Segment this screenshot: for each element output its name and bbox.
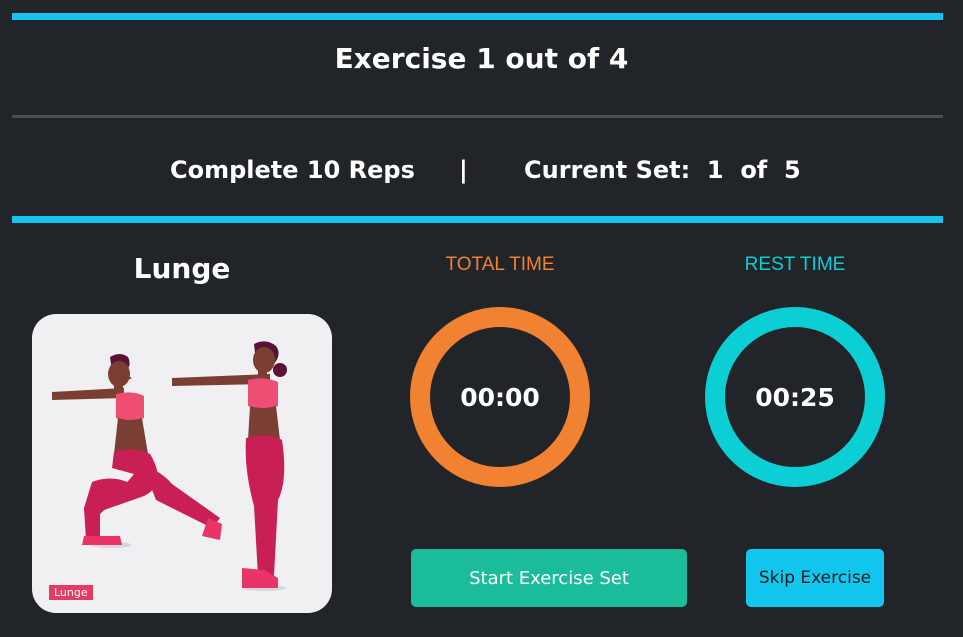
total-time-label: TOTAL TIME (445, 254, 555, 275)
header-divider (12, 115, 943, 118)
skip-exercise-button[interactable]: Skip Exercise (746, 549, 884, 607)
section-accent-bar (12, 216, 943, 223)
rest-time-label: REST TIME (744, 254, 846, 275)
exercise-image: Lunge (32, 314, 332, 613)
current-set-indicator: Current Set: 1 of 5 (524, 156, 801, 184)
image-tag: Lunge (49, 585, 93, 600)
rest-time-value: 00:25 (755, 382, 835, 412)
start-exercise-set-button[interactable]: Start Exercise Set (411, 549, 687, 607)
status-row: Complete 10 Reps | Current Set: 1 of 5 (0, 156, 963, 192)
page-title: Exercise 1 out of 4 (334, 42, 629, 75)
total-time-value: 00:00 (460, 382, 540, 412)
reps-target: Complete 10 Reps (170, 156, 415, 184)
total-time-ring: 00:00 (410, 307, 590, 487)
rest-time-ring: 00:25 (705, 307, 885, 487)
exercise-name: Lunge (133, 252, 231, 285)
status-separator: | (459, 156, 468, 184)
top-accent-bar (12, 13, 943, 20)
lunge-illustration-icon (52, 341, 287, 591)
